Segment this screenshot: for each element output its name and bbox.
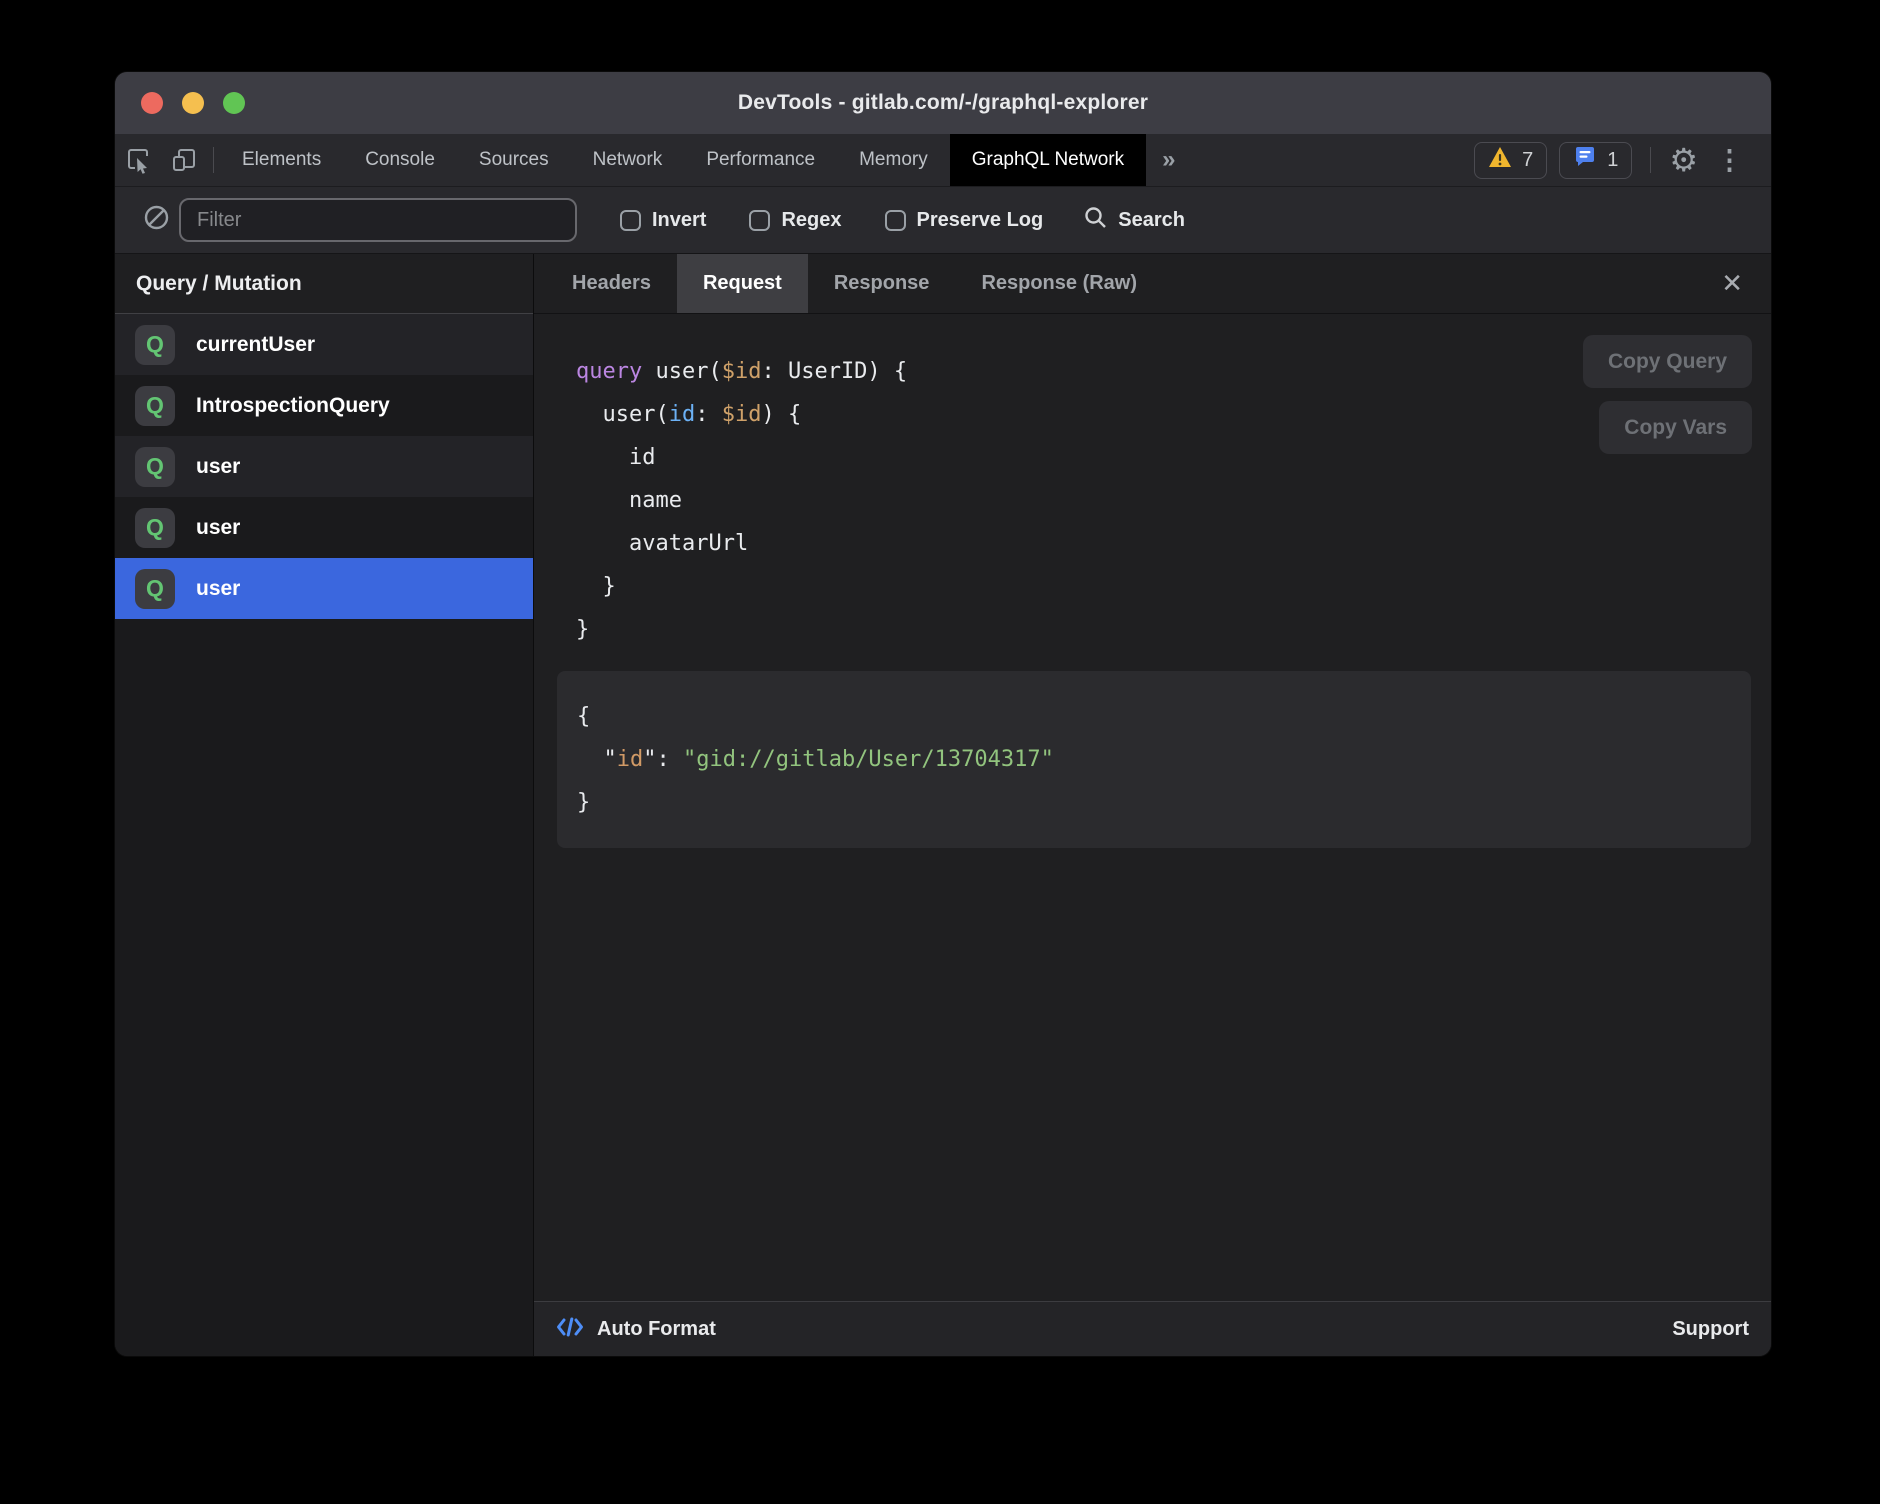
query-list: QcurrentUserQIntrospectionQueryQuserQuse… <box>115 314 533 619</box>
filter-checkbox-group: Invert Regex Preserve Log <box>577 209 1043 232</box>
inspect-cursor-icon <box>124 146 152 174</box>
search-icon <box>1083 205 1108 235</box>
list-item[interactable]: Quser <box>115 436 533 497</box>
detail-tab-response-raw-[interactable]: Response (Raw) <box>955 254 1163 313</box>
code-line: } <box>576 608 1771 651</box>
code-line: name <box>576 479 1771 522</box>
code-line: { <box>577 695 1731 738</box>
close-icon: ✕ <box>1721 268 1743 298</box>
clear-requests-button[interactable] <box>133 204 179 236</box>
code-line: avatarUrl <box>576 522 1771 565</box>
code-line: "id": "gid://gitlab/User/13704317" <box>577 738 1731 781</box>
close-detail-button[interactable]: ✕ <box>1713 264 1751 303</box>
copy-query-button[interactable]: Copy Query <box>1583 335 1752 388</box>
tab-console[interactable]: Console <box>343 134 457 186</box>
toggle-device-toolbar-button[interactable] <box>161 134 207 186</box>
tab-graphql-network[interactable]: GraphQL Network <box>950 134 1146 186</box>
block-icon <box>143 204 170 236</box>
request-view: query user($id: UserID) { user(id: $id) … <box>534 314 1771 1301</box>
tab-elements[interactable]: Elements <box>220 134 343 186</box>
kebab-menu-icon[interactable]: ⋮ <box>1710 147 1749 174</box>
devtools-window: DevTools - gitlab.com/-/graphql-explorer… <box>115 72 1771 1356</box>
query-list-panel: Query / Mutation QcurrentUserQIntrospect… <box>115 254 534 1356</box>
window-title: DevTools - gitlab.com/-/graphql-explorer <box>115 91 1771 115</box>
query-name: currentUser <box>196 333 315 357</box>
device-toolbar-icon <box>170 146 198 174</box>
chevron-double-right-icon: » <box>1162 146 1175 174</box>
more-tabs-button[interactable]: » <box>1146 134 1191 186</box>
query-type-badge: Q <box>135 386 175 426</box>
issues-count: 1 <box>1607 149 1618 172</box>
detail-tab-request[interactable]: Request <box>677 254 808 313</box>
query-name: IntrospectionQuery <box>196 394 390 418</box>
list-item[interactable]: Quser <box>115 497 533 558</box>
toolbar-separator <box>1650 147 1651 173</box>
tab-memory[interactable]: Memory <box>837 134 950 186</box>
warnings-badge[interactable]: 7 <box>1474 142 1547 179</box>
toolbar-separator <box>213 147 214 173</box>
detail-tab-response[interactable]: Response <box>808 254 956 313</box>
issues-badge[interactable]: 1 <box>1559 142 1632 179</box>
query-type-badge: Q <box>135 569 175 609</box>
devtools-toolbar: ElementsConsoleSourcesNetworkPerformance… <box>115 134 1771 187</box>
code-line: id <box>576 436 1771 479</box>
search-toggle[interactable]: Search <box>1083 205 1185 235</box>
message-bubble-icon <box>1573 145 1597 175</box>
main-split: Query / Mutation QcurrentUserQIntrospect… <box>115 254 1771 1356</box>
list-item[interactable]: QcurrentUser <box>115 314 533 375</box>
detail-tab-bar: HeadersRequestResponseResponse (Raw) ✕ <box>534 254 1771 314</box>
panel-tabs: ElementsConsoleSourcesNetworkPerformance… <box>220 134 1146 186</box>
detail-tabs: HeadersRequestResponseResponse (Raw) <box>546 254 1163 313</box>
query-type-badge: Q <box>135 447 175 487</box>
code-line: user(id: $id) { <box>576 393 1771 436</box>
tab-performance[interactable]: Performance <box>684 134 837 186</box>
auto-format-button[interactable]: Auto Format <box>597 1318 716 1341</box>
query-type-badge: Q <box>135 325 175 365</box>
checkbox-invert[interactable] <box>620 210 641 231</box>
detail-footer: Auto Format Support <box>534 1301 1771 1356</box>
support-link[interactable]: Support <box>1672 1318 1749 1341</box>
checkbox-label: Regex <box>781 209 841 232</box>
code-line: } <box>577 781 1731 824</box>
filter-input[interactable] <box>179 198 577 242</box>
settings-gear-icon[interactable]: ⚙ <box>1669 144 1698 176</box>
checkbox-group-invert[interactable]: Invert <box>620 209 706 232</box>
detail-panel: HeadersRequestResponseResponse (Raw) ✕ q… <box>534 254 1771 1356</box>
checkbox-label: Preserve Log <box>917 209 1044 232</box>
query-name: user <box>196 455 240 479</box>
query-name: user <box>196 516 240 540</box>
search-label: Search <box>1118 209 1185 232</box>
inspect-element-button[interactable] <box>115 134 161 186</box>
checkbox-group-preserve-log[interactable]: Preserve Log <box>885 209 1044 232</box>
checkbox-preserve-log[interactable] <box>885 210 906 231</box>
detail-tab-headers[interactable]: Headers <box>546 254 677 313</box>
warning-count: 7 <box>1522 149 1533 172</box>
title-bar: DevTools - gitlab.com/-/graphql-explorer <box>115 72 1771 134</box>
list-item[interactable]: Q IntrospectionQuery <box>115 375 533 436</box>
tab-network[interactable]: Network <box>571 134 685 186</box>
checkbox-regex[interactable] <box>749 210 770 231</box>
query-name: user <box>196 577 240 601</box>
auto-format-icon <box>556 1315 584 1344</box>
checkbox-group-regex[interactable]: Regex <box>749 209 841 232</box>
toolbar-right-cluster: 7 1 ⚙ ⋮ <box>1474 134 1771 186</box>
filter-bar: Invert Regex Preserve Log Search <box>115 187 1771 254</box>
list-item[interactable]: Quser <box>115 558 533 619</box>
checkbox-label: Invert <box>652 209 706 232</box>
code-line: } <box>576 565 1771 608</box>
warning-triangle-icon <box>1488 146 1512 174</box>
query-list-header: Query / Mutation <box>115 254 533 314</box>
graphql-variables-block: { "id": "gid://gitlab/User/13704317"} <box>557 671 1751 848</box>
tab-sources[interactable]: Sources <box>457 134 571 186</box>
query-type-badge: Q <box>135 508 175 548</box>
copy-vars-button[interactable]: Copy Vars <box>1599 401 1752 454</box>
